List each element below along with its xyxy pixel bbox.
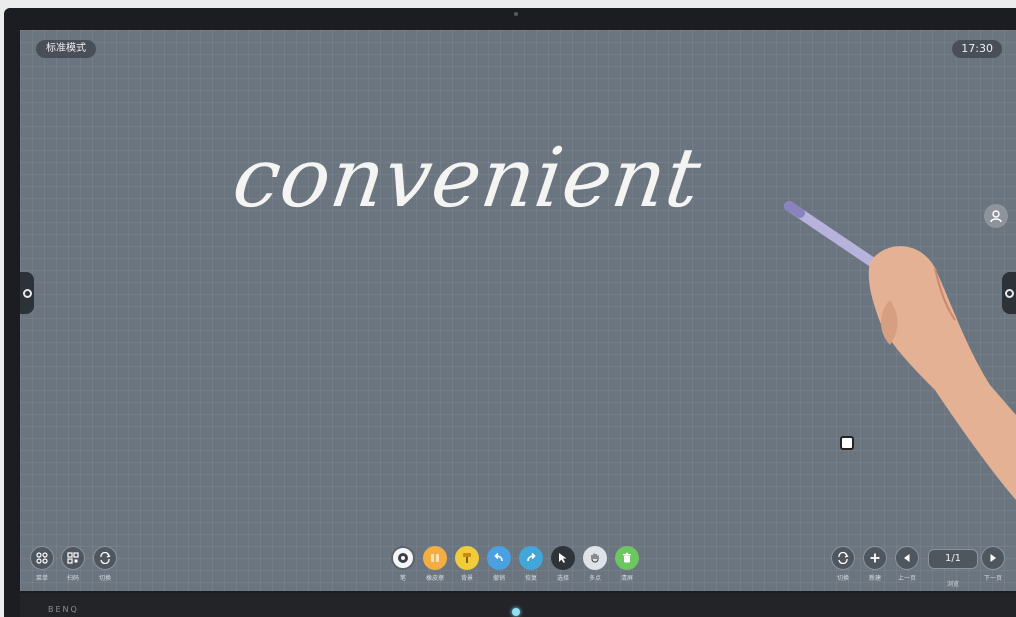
left-side-toggle[interactable] (20, 272, 34, 314)
user-icon (990, 210, 1002, 223)
prev-page-button[interactable]: 上一页 (884, 546, 930, 582)
clear-tool[interactable]: 清屏 (604, 546, 650, 582)
tool-label: 切换 (836, 575, 849, 582)
trash-icon (615, 546, 639, 570)
swap-icon (93, 546, 117, 570)
tool-label: 橡皮擦 (425, 575, 444, 582)
tool-label: 切换 (98, 575, 111, 582)
tool-label: 撤销 (492, 575, 505, 582)
tool-label: 菜单 (35, 575, 48, 582)
tool-label: 新建 (868, 575, 881, 582)
tool-label: 清屏 (620, 575, 633, 582)
ring-icon (1004, 288, 1014, 298)
user-button[interactable] (984, 204, 1008, 228)
tool-label: 上一页 (897, 575, 916, 582)
triangle-left-icon (895, 546, 919, 570)
pointer-cursor (840, 436, 854, 450)
triangle-right-icon (981, 546, 1005, 570)
tool-label: 扫码 (66, 575, 79, 582)
switch-left-button[interactable]: 切换 (82, 546, 128, 582)
ring-icon (22, 288, 32, 298)
tool-label: 下一页 (983, 575, 1002, 582)
brand-logo: BENQ (48, 605, 79, 614)
power-indicator-icon (512, 608, 520, 616)
right-side-toggle[interactable] (1002, 272, 1016, 314)
hand-with-stylus-image (784, 201, 1016, 500)
tool-label: 选择 (556, 575, 569, 582)
tool-label: 笔 (399, 575, 406, 582)
tool-label: 背景 (460, 575, 473, 582)
tool-label: 多点 (588, 575, 601, 582)
tool-label: 恢复 (524, 575, 537, 582)
next-page-button[interactable]: 下一页 (970, 546, 1016, 582)
